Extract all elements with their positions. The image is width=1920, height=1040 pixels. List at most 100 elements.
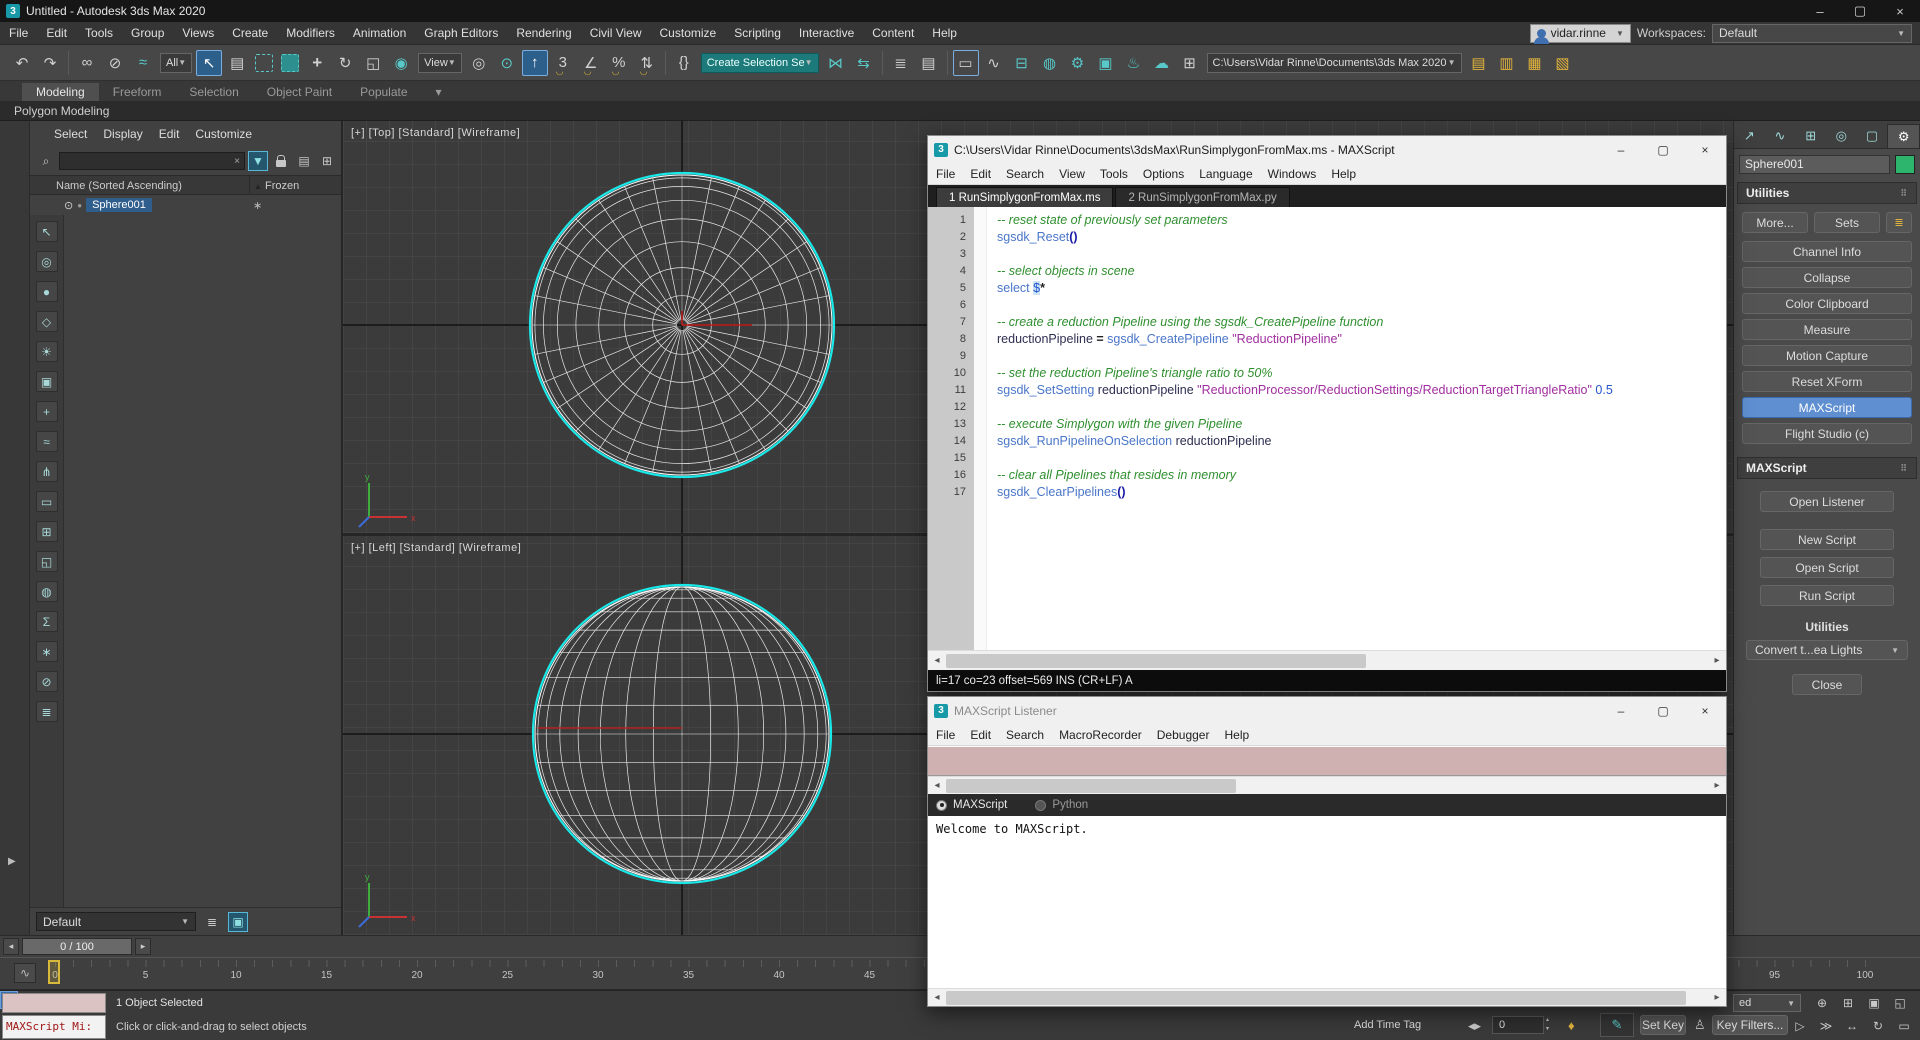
- menu-views[interactable]: Views: [173, 22, 223, 45]
- select-by-name-icon[interactable]: ▤: [224, 50, 250, 76]
- explorer-frozen-icon[interactable]: ∗: [36, 641, 58, 662]
- lock-icon[interactable]: [271, 151, 291, 171]
- keyboard-override-icon[interactable]: ↑: [522, 50, 548, 76]
- tab-object-paint[interactable]: Object Paint: [253, 83, 346, 101]
- close-utility-button[interactable]: Close: [1792, 674, 1862, 695]
- explorer-shapes-icon[interactable]: ◇: [36, 311, 58, 332]
- editor-menu-edit[interactable]: Edit: [970, 167, 991, 181]
- ribbon-overflow-icon[interactable]: ▾: [422, 83, 456, 101]
- set-key-button[interactable]: Set Key: [1640, 1015, 1686, 1035]
- angle-snap-icon[interactable]: ∠: [578, 50, 604, 76]
- flight-studio-c--button[interactable]: Flight Studio (c): [1742, 423, 1912, 444]
- next-frame-button[interactable]: ▸: [135, 938, 151, 955]
- pin-explorer-icon[interactable]: ▣: [228, 912, 248, 932]
- utilities-rollout-header[interactable]: Utilities⠿: [1737, 182, 1917, 204]
- macro-recorder-mini[interactable]: [2, 993, 106, 1013]
- minimize-icon[interactable]: –: [1600, 137, 1642, 163]
- ribbon-polygon-modeling-bar[interactable]: Polygon Modeling: [0, 101, 1920, 121]
- set-key-mode-toggle[interactable]: ✎: [1600, 1013, 1634, 1037]
- menu-graph-editors[interactable]: Graph Editors: [415, 22, 507, 45]
- editor-menu-options[interactable]: Options: [1143, 167, 1184, 181]
- named-sets-dropdown[interactable]: Create Selection Se▼: [701, 53, 819, 73]
- scrollbar-thumb[interactable]: [946, 991, 1686, 1005]
- editor-file-tab-2[interactable]: 2 RunSimplygonFromMax.py: [1115, 187, 1289, 207]
- explorer-spacewarps-icon[interactable]: ≈: [36, 431, 58, 452]
- menu-animation[interactable]: Animation: [344, 22, 415, 45]
- measure-button[interactable]: Measure: [1742, 319, 1912, 340]
- explorer-menu-customize[interactable]: Customize: [195, 127, 252, 141]
- edit-named-sets-icon[interactable]: {}: [671, 50, 697, 76]
- render-in-cloud-icon[interactable]: ☁: [1149, 50, 1175, 76]
- hierarchy-tab[interactable]: ⊞: [1795, 124, 1826, 148]
- spinner-down-icon[interactable]: ▾: [1546, 1025, 1549, 1034]
- current-frame-marker[interactable]: [48, 960, 60, 984]
- select-and-move-icon[interactable]: +: [304, 50, 330, 76]
- maximize-icon[interactable]: ▢: [1642, 137, 1684, 163]
- tab-populate[interactable]: Populate: [346, 83, 421, 101]
- orbit-icon[interactable]: ↻: [1868, 1017, 1888, 1035]
- select-and-manipulate-icon[interactable]: ⊙: [494, 50, 520, 76]
- zoom-region-icon[interactable]: ◱: [1890, 994, 1910, 1012]
- visibility-eye-icon[interactable]: ⊙: [64, 199, 73, 212]
- viewport-left-label[interactable]: [+] [Left] [Standard] [Wireframe]: [351, 542, 521, 554]
- selection-filter-dropdown[interactable]: All▼: [160, 53, 192, 73]
- editor-menu-help[interactable]: Help: [1331, 167, 1356, 181]
- listener-menu-edit[interactable]: Edit: [970, 728, 991, 742]
- listener-menu-debugger[interactable]: Debugger: [1157, 728, 1210, 742]
- menu-modifiers[interactable]: Modifiers: [277, 22, 344, 45]
- listener-titlebar[interactable]: 3 MAXScript Listener – ▢ ×: [928, 697, 1726, 724]
- motion-capture-button[interactable]: Motion Capture: [1742, 345, 1912, 366]
- play-icon[interactable]: ▷: [1790, 1017, 1810, 1035]
- explorer-collapse-icon[interactable]: ≣: [36, 701, 58, 722]
- name-column-header[interactable]: Name (Sorted Ascending): [30, 176, 249, 194]
- rendered-frame-icon[interactable]: ▣: [1093, 50, 1119, 76]
- explorer-xref-icon[interactable]: ◱: [36, 551, 58, 572]
- explorer-list-area[interactable]: [64, 215, 341, 907]
- scene-explorer-toggle-icon[interactable]: ≣: [888, 50, 914, 76]
- select-and-link-icon[interactable]: ∞: [74, 50, 100, 76]
- explorer-hidden-icon[interactable]: ⊘: [36, 671, 58, 692]
- listener-menu-search[interactable]: Search: [1006, 728, 1044, 742]
- menu-content[interactable]: Content: [863, 22, 923, 45]
- scrollbar-thumb[interactable]: [946, 654, 1366, 668]
- add-time-tag-label[interactable]: Add Time Tag: [1354, 1019, 1421, 1031]
- mini-curve-editor-icon[interactable]: ∿: [14, 963, 36, 983]
- rect-selection-region-icon[interactable]: [255, 54, 273, 72]
- python-radio[interactable]: Python: [1035, 799, 1088, 811]
- render-setup-icon[interactable]: ⚙: [1065, 50, 1091, 76]
- frame-step-icon[interactable]: ◂▸: [1468, 1018, 1481, 1034]
- display-tab[interactable]: ▢: [1857, 124, 1888, 148]
- object-name-cell[interactable]: Sphere001: [86, 198, 152, 212]
- search-input[interactable]: ×: [59, 152, 245, 170]
- listener-scrollbar-top[interactable]: ◂ ▸: [928, 776, 1726, 794]
- percent-snap-icon[interactable]: %: [606, 50, 632, 76]
- scroll-right-icon[interactable]: ▸: [1708, 655, 1726, 666]
- bind-to-space-warp-icon[interactable]: ≈: [130, 50, 156, 76]
- menu-scripting[interactable]: Scripting: [725, 22, 790, 45]
- explorer-groups-icon[interactable]: ⊞: [36, 521, 58, 542]
- table-row[interactable]: ⊙ ● Sphere001 ∗: [30, 195, 341, 215]
- code-area[interactable]: 1234567891011121314151617 -- reset state…: [928, 207, 1726, 650]
- file-link-icon[interactable]: ▧: [1550, 50, 1576, 76]
- save-plus-icon[interactable]: ▥: [1494, 50, 1520, 76]
- mirror-icon[interactable]: ⋈: [823, 50, 849, 76]
- maxscript-mini-listener[interactable]: MAXScript Mi:: [2, 1015, 106, 1039]
- crossing-selection-icon[interactable]: [281, 54, 299, 72]
- selection-set-dropdown[interactable]: Default ▼: [36, 912, 196, 931]
- listener-menu-help[interactable]: Help: [1224, 728, 1249, 742]
- use-pivot-center-icon[interactable]: ◎: [466, 50, 492, 76]
- project-folder-icon[interactable]: ▤: [1466, 50, 1492, 76]
- select-and-rotate-icon[interactable]: ↻: [332, 50, 358, 76]
- color-clipboard-button[interactable]: Color Clipboard: [1742, 293, 1912, 314]
- maxscript-button[interactable]: MAXScript: [1742, 397, 1912, 418]
- editor-menu-view[interactable]: View: [1059, 167, 1085, 181]
- prev-frame-button[interactable]: ◂: [3, 938, 19, 955]
- scrollbar-thumb[interactable]: [946, 779, 1236, 793]
- go-end-icon[interactable]: ≫: [1816, 1017, 1836, 1035]
- render-production-icon[interactable]: ♨: [1121, 50, 1147, 76]
- frozen-column-header[interactable]: ▲ Frozen: [249, 176, 341, 194]
- modify-tab[interactable]: ∿: [1765, 124, 1796, 148]
- select-and-scale-icon[interactable]: ◱: [360, 50, 386, 76]
- editor-horizontal-scrollbar[interactable]: ◂ ▸: [928, 650, 1726, 670]
- utilities-wrench-tab[interactable]: ⚙: [1887, 124, 1920, 148]
